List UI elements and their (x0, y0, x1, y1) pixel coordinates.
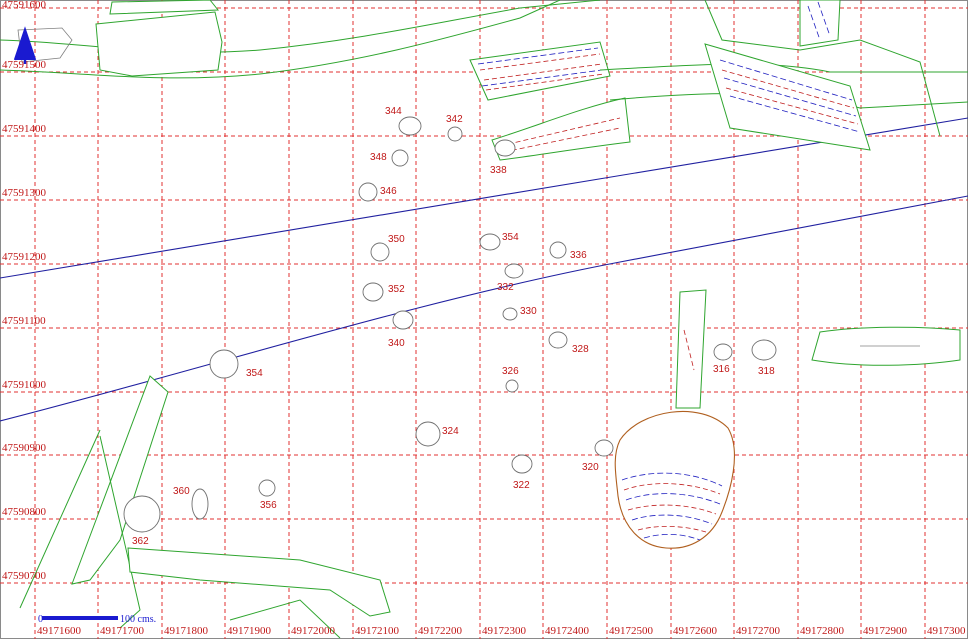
y-label: 47591300 (2, 187, 47, 199)
large-cut-feature (614, 410, 735, 549)
feature-label: 356 (260, 500, 277, 511)
pit-330 (502, 307, 518, 321)
pit-352 (362, 282, 384, 302)
pit-342 (447, 126, 463, 142)
excavation-plan: 47591600 47591500 47591400 47591300 4759… (0, 0, 968, 639)
y-label: 47590700 (2, 570, 47, 582)
x-label: 49172300 (482, 625, 527, 637)
feature-label: 326 (502, 366, 519, 377)
pit-362 (123, 495, 161, 533)
pit-356 (258, 479, 276, 497)
ditch-segment-f (675, 289, 707, 409)
x-label: 49172100 (355, 625, 400, 637)
feature-label: 342 (446, 114, 463, 125)
feature-label: 328 (572, 344, 589, 355)
pit-354-south (209, 349, 239, 379)
y-label: 47591600 (2, 0, 47, 11)
x-axis-labels: 49171600 49171700 49171800 49171900 4917… (37, 625, 966, 637)
long-linear-features (0, 117, 968, 422)
ditch-segment-a (469, 41, 611, 101)
feature-label: 330 (520, 306, 537, 317)
pit-322 (511, 454, 533, 474)
feature-label: 362 (132, 536, 149, 547)
x-label: 49172900 (863, 625, 908, 637)
feature-label: 338 (490, 165, 507, 176)
feature-label: 336 (570, 250, 587, 261)
pit-346 (358, 182, 378, 202)
x-label: 49172700 (736, 625, 781, 637)
pit-332 (504, 263, 524, 279)
y-label: 47591100 (2, 315, 46, 327)
x-label: 49172400 (545, 625, 590, 637)
pit-336 (549, 241, 567, 259)
pit-324 (415, 421, 441, 447)
feature-label: 354 (246, 368, 263, 379)
pit-360 (191, 488, 209, 520)
x-label: 4917300 (927, 625, 966, 637)
feature-label: 354 (502, 232, 519, 243)
pit-354-north (479, 233, 501, 251)
ditch-segment-c (704, 43, 871, 151)
x-label: 49171900 (227, 625, 272, 637)
x-label: 49172200 (418, 625, 463, 637)
feature-label: 360 (173, 486, 190, 497)
x-label: 49172500 (609, 625, 654, 637)
x-label: 49172000 (291, 625, 336, 637)
pit-348 (391, 149, 409, 167)
ditch-segment-h (127, 547, 391, 617)
pit-320 (594, 439, 614, 457)
pit-350 (370, 242, 390, 262)
pit-340 (392, 310, 414, 330)
y-label: 47590800 (2, 506, 47, 518)
y-label: 47591400 (2, 123, 47, 135)
pit-326 (505, 379, 519, 393)
x-label: 49172800 (800, 625, 845, 637)
feature-label: 318 (758, 366, 775, 377)
feature-label: 340 (388, 338, 405, 349)
feature-label: 316 (713, 364, 730, 375)
ditch-outline-top-left (0, 0, 601, 53)
feature-label: 346 (380, 186, 397, 197)
feature-label: 332 (497, 282, 514, 293)
feature-label: 320 (582, 462, 599, 473)
x-label: 49171800 (164, 625, 209, 637)
x-label: 49171600 (37, 625, 82, 637)
x-label: 49172600 (673, 625, 718, 637)
boundary-line-lower (0, 195, 968, 422)
scale-end-label: 100 cms. (120, 614, 156, 625)
north-arrow (13, 26, 37, 64)
y-label: 47590900 (2, 442, 47, 454)
pit-338 (494, 139, 516, 157)
feature-label: 352 (388, 284, 405, 295)
ditch-segment-top-edge (109, 0, 220, 15)
pit-344 (398, 116, 422, 136)
pit-318 (751, 339, 777, 361)
scale-start-label: 0 (38, 614, 43, 625)
x-label: 49171700 (100, 625, 145, 637)
north-arrow-icon (13, 26, 37, 64)
pit-316 (713, 343, 733, 361)
feature-label: 322 (513, 480, 530, 491)
feature-label: 344 (385, 106, 402, 117)
feature-label: 324 (442, 426, 459, 437)
feature-label: 350 (388, 234, 405, 245)
y-axis-labels: 47591600 47591500 47591400 47591300 4759… (2, 0, 47, 582)
pit-328 (548, 331, 568, 349)
ditch-segment-top (95, 11, 223, 77)
y-label: 47591000 (2, 379, 47, 391)
scale-bar: 0 100 cms. (38, 614, 156, 625)
feature-label: 348 (370, 152, 387, 163)
y-label: 47591200 (2, 251, 47, 263)
scale-bar-line (42, 616, 118, 620)
large-cut-outline (614, 410, 735, 549)
